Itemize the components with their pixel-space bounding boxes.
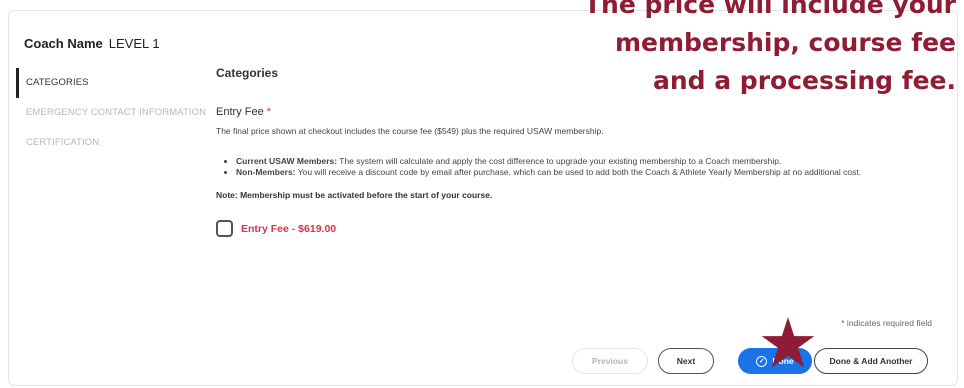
- bullet-text: You will receive a discount code by emai…: [295, 167, 862, 177]
- done-add-another-button[interactable]: Done & Add Another: [814, 348, 928, 374]
- coach-name: Coach Name: [24, 36, 103, 51]
- sidebar: CATEGORIES EMERGENCY CONTACT INFORMATION…: [16, 68, 206, 158]
- intro-text: The final price shown at checkout includ…: [216, 126, 604, 136]
- previous-button[interactable]: Previous: [572, 348, 648, 374]
- bullet-heading: Non-Members:: [236, 167, 296, 177]
- sidebar-item-certification[interactable]: CERTIFICATION: [16, 128, 196, 158]
- list-item: Non-Members: You will receive a discount…: [236, 167, 861, 178]
- annotation-caption: The price will include your membership, …: [496, 0, 956, 100]
- sidebar-item-emergency-contact[interactable]: EMERGENCY CONTACT INFORMATION: [16, 98, 206, 128]
- star-icon: [761, 317, 815, 368]
- annotation-line: and a processing fee.: [652, 66, 956, 95]
- entry-fee-checkbox[interactable]: [216, 220, 233, 237]
- sidebar-item-categories[interactable]: CATEGORIES: [16, 68, 196, 98]
- entry-fee-text: Entry Fee: [216, 106, 264, 118]
- membership-bullets: Current USAW Members: The system will ca…: [236, 156, 861, 178]
- annotation-line: membership, course fee: [614, 28, 956, 57]
- bullet-heading: Current USAW Members:: [236, 156, 338, 166]
- annotation-line: The price will include your: [584, 0, 956, 19]
- bullet-text: The system will calculate and apply the …: [337, 156, 782, 166]
- next-button[interactable]: Next: [658, 348, 714, 374]
- coach-level: LEVEL 1: [108, 36, 160, 51]
- entry-fee-label: Entry Fee *: [216, 106, 271, 118]
- entry-fee-checkbox-label[interactable]: Entry Fee - $619.00: [241, 223, 336, 235]
- coach-header: Coach Name LEVEL 1: [24, 36, 160, 51]
- list-item: Current USAW Members: The system will ca…: [236, 156, 861, 167]
- entry-fee-option[interactable]: Entry Fee - $619.00: [216, 220, 336, 237]
- membership-note: Note: Membership must be activated befor…: [216, 190, 493, 200]
- required-marker: *: [266, 106, 272, 118]
- required-field-note: * indicates required field: [841, 318, 932, 328]
